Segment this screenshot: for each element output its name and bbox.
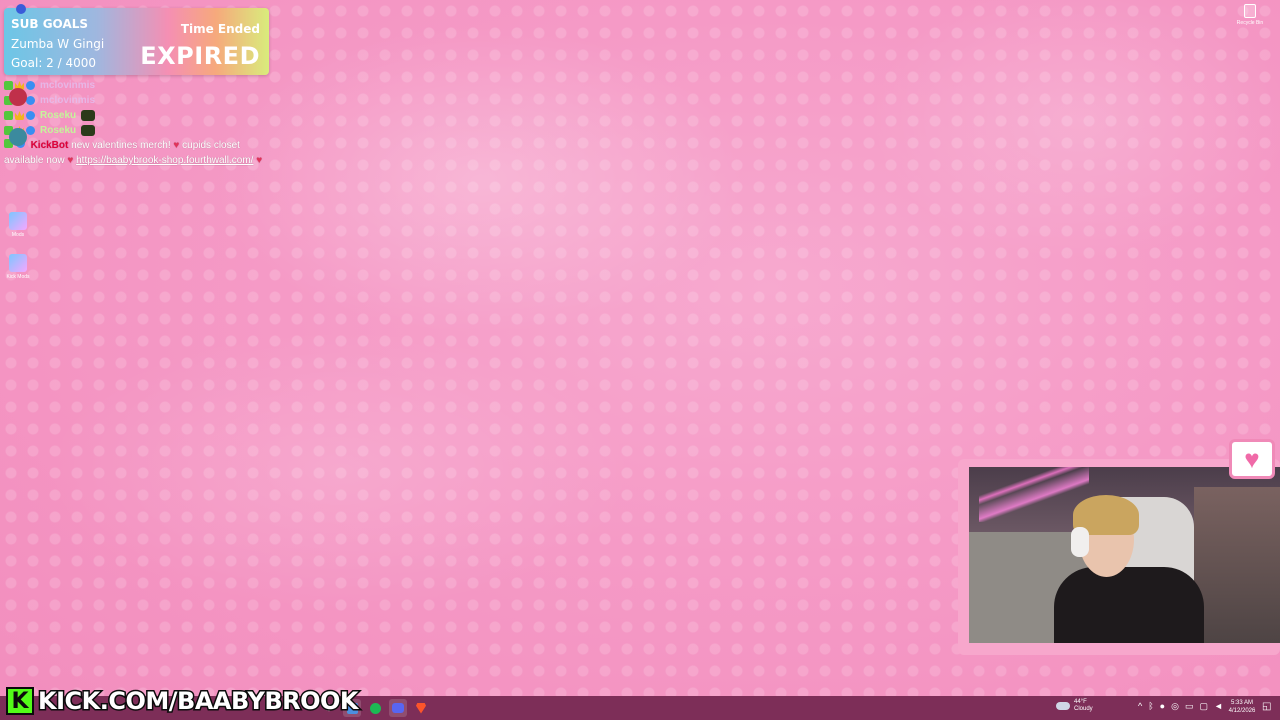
sub-goal-status-label: Time Ended bbox=[180, 22, 260, 36]
chat-username: Roseku bbox=[40, 110, 77, 121]
recycle-bin[interactable]: Recycle Bin bbox=[1232, 4, 1268, 26]
desktop-icon[interactable] bbox=[0, 88, 36, 108]
weather-desc: Cloudy bbox=[1074, 706, 1093, 712]
spotify-icon[interactable] bbox=[366, 699, 384, 717]
chat-username: Roseku bbox=[40, 125, 77, 136]
crown-badge-icon bbox=[15, 111, 24, 120]
folder-icon bbox=[9, 254, 27, 272]
desktop-icon[interactable]: Mods bbox=[0, 212, 36, 238]
kick-logo-icon: K bbox=[6, 687, 34, 715]
desktop-icon[interactable]: Kick Mods bbox=[0, 254, 36, 280]
volume-icon[interactable]: ◄ bbox=[1214, 701, 1223, 712]
chat-overlay: mclovinmis mclovinmis Roseku Roseku Kick… bbox=[4, 78, 274, 168]
weather-widget[interactable]: 44°F Cloudy bbox=[1056, 699, 1093, 713]
chat-username: mclovinmis bbox=[40, 80, 96, 91]
clock-time: 5:33 AM bbox=[1230, 700, 1253, 706]
heart-emoji-icon: ♥ bbox=[67, 155, 74, 166]
desktop-icon-label: Kick Mods bbox=[6, 274, 30, 280]
chat-message: KickBot new valentines merch! ♥ cupids c… bbox=[4, 138, 274, 168]
sub-goal-progress: Goal: 2 / 4000 bbox=[11, 56, 97, 70]
chat-username: KickBot bbox=[30, 140, 69, 151]
heart-emoji-icon: ♥ bbox=[256, 155, 263, 166]
taskbar-clock[interactable]: 5:33 AM 4/12/2026 bbox=[1226, 699, 1258, 715]
verified-badge-icon bbox=[26, 111, 35, 120]
kick-channel-url: KICK.COM/BAABYBROOK bbox=[37, 686, 361, 717]
notification-dot bbox=[16, 4, 26, 14]
chat-link[interactable]: https://baabybrook-shop.fourthwall.com/ bbox=[76, 155, 253, 166]
sub-goal-status: EXPIRED bbox=[140, 42, 260, 70]
emote-icon bbox=[81, 110, 96, 121]
subscriber-badge-icon bbox=[4, 111, 13, 120]
system-tray: ^ ᛒ ● ◎ ▭ ▢ ◄ bbox=[1138, 701, 1223, 712]
location-icon[interactable]: ◎ bbox=[1171, 701, 1179, 712]
heart-icon: ♥ bbox=[1229, 439, 1275, 479]
desktop-icon[interactable] bbox=[0, 128, 36, 148]
display-icon[interactable]: ▭ bbox=[1185, 701, 1194, 712]
discord-icon[interactable] bbox=[389, 699, 407, 717]
clock-date: 4/12/2026 bbox=[1228, 708, 1256, 714]
emote-icon bbox=[81, 125, 96, 136]
brave-browser-icon[interactable] bbox=[412, 699, 430, 717]
app-icon bbox=[9, 88, 27, 106]
sub-goals-widget: SUB GOALS Zumba W Gingi Goal: 2 / 4000 T… bbox=[4, 4, 269, 75]
bluetooth-icon[interactable]: ᛒ bbox=[1148, 701, 1153, 712]
cloud-icon bbox=[1056, 702, 1070, 710]
app-icon bbox=[9, 128, 27, 146]
weather-temp: 44°F bbox=[1074, 699, 1087, 705]
recycle-bin-icon bbox=[1244, 4, 1256, 18]
desktop-icon-label: Mods bbox=[11, 232, 25, 238]
network-icon[interactable]: ▢ bbox=[1199, 701, 1208, 712]
chat-message-text: new valentines merch! bbox=[71, 140, 171, 151]
folder-icon bbox=[9, 212, 27, 230]
chat-line: Roseku bbox=[4, 108, 274, 123]
webcam-feed bbox=[969, 467, 1280, 643]
chat-line: mclovinmis bbox=[4, 78, 274, 93]
recycle-bin-label: Recycle Bin bbox=[1236, 20, 1264, 26]
kick-branding: K KICK.COM/BAABYBROOK bbox=[6, 686, 361, 717]
mic-icon[interactable]: ● bbox=[1160, 701, 1165, 712]
sub-goal-name: Zumba W Gingi bbox=[11, 37, 105, 51]
sub-goals-title: SUB GOALS bbox=[11, 17, 89, 31]
notifications-icon[interactable]: ◱ bbox=[1262, 701, 1271, 712]
heart-emoji-icon: ♥ bbox=[173, 140, 180, 151]
chat-line: mclovinmis bbox=[4, 93, 274, 108]
chat-line: Roseku bbox=[4, 123, 274, 138]
tray-chevron-icon[interactable]: ^ bbox=[1138, 701, 1142, 712]
chat-username: mclovinmis bbox=[40, 95, 96, 106]
